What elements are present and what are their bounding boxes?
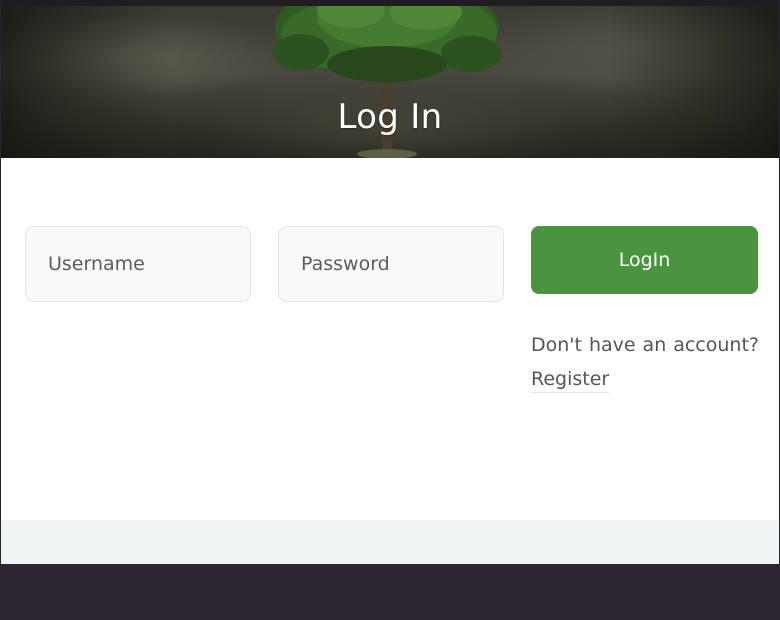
page-frame: Log In LogIn Don't have an account? Regi… [0,0,780,620]
register-prompt-text: Don't have an account? [531,334,759,356]
page-title: Log In [337,97,443,137]
register-link[interactable]: Register [531,368,610,393]
hero-banner: Log In [1,6,779,158]
login-button[interactable]: LogIn [531,226,758,294]
login-form-section: LogIn Don't have an account? Register [1,158,779,520]
footer [1,564,779,620]
password-input[interactable] [278,226,504,302]
register-prompt-block: Don't have an account? Register [531,328,759,396]
username-input[interactable] [25,226,251,302]
footer-band [1,520,779,564]
